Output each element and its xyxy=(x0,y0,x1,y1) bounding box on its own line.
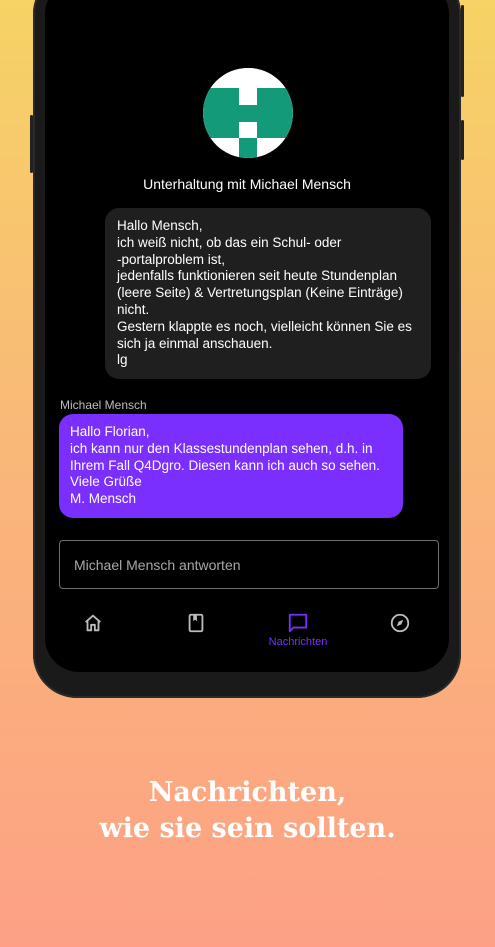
nav-label-messages: Nachrichten xyxy=(268,636,328,648)
message-line: -portalproblem ist, xyxy=(117,251,226,267)
conversation-title: Unterhaltung mit Michael Mensch xyxy=(143,176,351,192)
reply-placeholder: Michael Mensch antworten xyxy=(74,557,241,573)
message-bubble-received[interactable]: Hallo Florian, ich kann nur den Klassest… xyxy=(59,414,403,518)
phone-side-button xyxy=(461,120,464,160)
app-screen: Unterhaltung mit Michael Mensch Hallo Me… xyxy=(45,0,449,672)
message-line: ich weiß nicht, ob das ein Schul- oder xyxy=(117,234,342,250)
promo-tagline: Nachrichten, wie sie sein sollten. xyxy=(0,775,495,847)
home-icon xyxy=(85,614,101,632)
book-icon xyxy=(188,613,204,633)
nav-item-home[interactable] xyxy=(53,602,133,652)
compass-icon xyxy=(390,613,410,633)
message-line: Gestern klappte es noch, vielleicht könn… xyxy=(117,318,412,334)
message-line: sich ja einmal anschauen. xyxy=(117,335,273,351)
message-line: Viele Grüße xyxy=(70,474,142,490)
promo-line-1: Nachrichten, xyxy=(148,777,347,808)
nav-item-timetable[interactable] xyxy=(156,602,236,652)
message-line: ich kann nur den Klassestundenplan sehen… xyxy=(70,440,373,456)
nav-item-messages[interactable]: Nachrichten xyxy=(258,602,338,652)
promo-line-2: wie sie sein sollten. xyxy=(99,813,396,844)
message-bubble-sent[interactable]: Hallo Mensch, ich weiß nicht, ob das ein… xyxy=(105,208,431,380)
reply-input[interactable]: Michael Mensch antworten xyxy=(59,540,439,589)
message-line: M. Mensch xyxy=(70,491,137,507)
message-line: Ihrem Fall Q4Dgro. Diesen kann ich auch … xyxy=(70,457,380,473)
phone-side-button xyxy=(461,5,464,97)
message-line: (leere Seite) & Vertretungsplan (Keine E… xyxy=(117,285,403,301)
message-sender-name: Michael Mensch xyxy=(60,398,147,412)
message-line: jedenfalls funktionieren seit heute Stun… xyxy=(117,268,397,284)
message-line: nicht. xyxy=(117,301,150,317)
message-line: lg xyxy=(117,352,128,368)
bottom-nav: Nachrichten xyxy=(45,602,449,652)
message-line: Hallo Florian, xyxy=(70,424,150,439)
avatar xyxy=(203,68,293,158)
chat-icon xyxy=(288,613,308,633)
message-line: Hallo Mensch, xyxy=(117,218,203,233)
phone-frame: Unterhaltung mit Michael Mensch Hallo Me… xyxy=(30,0,464,698)
phone-side-button xyxy=(30,115,33,173)
identicon-icon xyxy=(203,68,293,158)
nav-item-explore[interactable] xyxy=(360,602,440,652)
